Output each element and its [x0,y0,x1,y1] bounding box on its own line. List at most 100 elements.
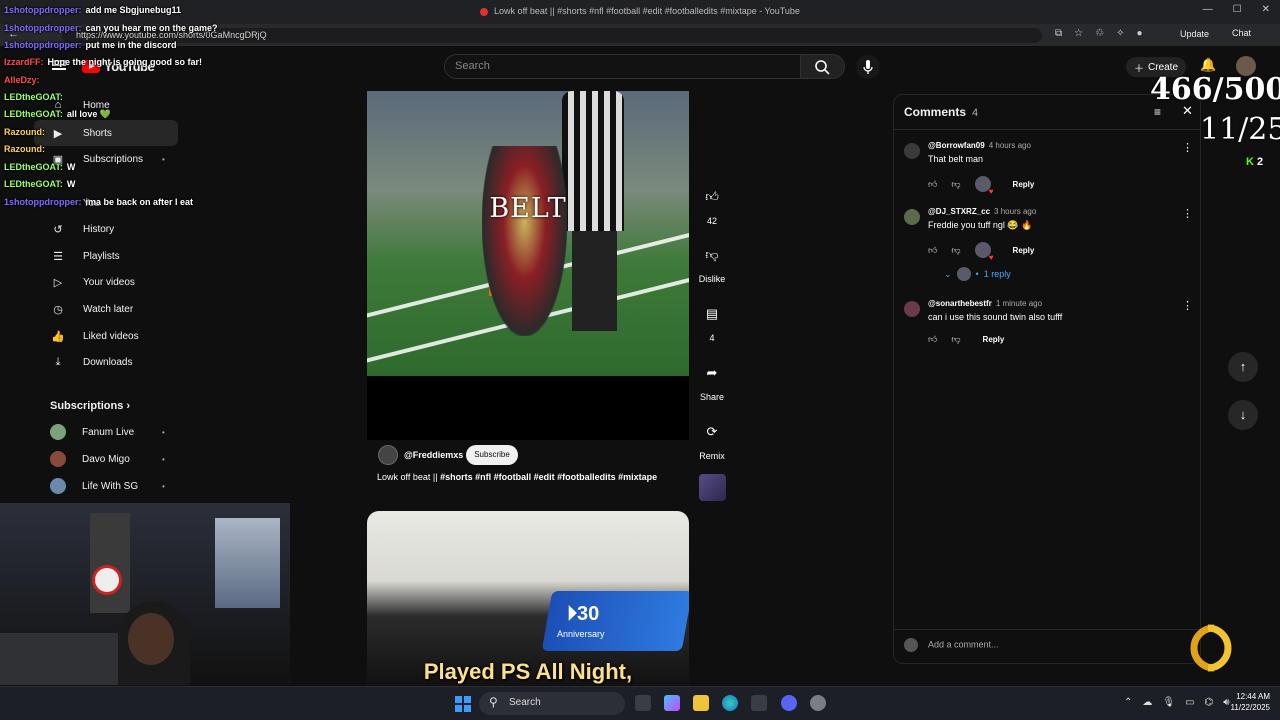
search-button[interactable] [801,54,845,79]
sidebar-item-liked-videos[interactable]: 👍 Liked videos [34,323,178,349]
sidebar-item-history[interactable]: ↺ History [34,216,178,242]
like-button[interactable]: 👍︎ 42 [692,182,732,226]
ps-number: 30 [577,603,600,625]
extensions-icon[interactable]: ⧉ [1055,28,1062,39]
maximize-icon[interactable]: ☐ [1233,4,1242,15]
volume-icon[interactable]: 🔊︎ [1223,697,1229,708]
sidebar-channel-davo-migo[interactable]: Davo Migo • [34,446,178,472]
settings-gear-icon[interactable] [810,695,826,711]
network-icon[interactable]: ⌬ [1205,697,1214,708]
windows-start-icon[interactable] [455,696,471,712]
subscribe-button[interactable]: Subscribe [466,445,518,465]
remix-button[interactable]: ⟳ Remix [692,417,732,461]
profile-icon[interactable]: ● [1136,28,1142,39]
more-options-icon[interactable]: ⋮ [1182,207,1193,220]
chat-username: IzzardFF: [4,57,44,67]
copilot-icon[interactable] [664,695,680,711]
sound-thumbnail[interactable] [699,474,726,501]
share-label: Share [699,392,725,402]
comment-count: 4 [709,333,715,343]
copilot-chat-button[interactable]: Chat [1232,28,1251,38]
thumbs-down-icon[interactable]: 👎︎ [951,334,960,345]
commenter-avatar[interactable] [904,209,920,225]
sidebar: ⌂ Home ▶ Shorts ▣ Subscriptions • You ↺ Histo… [34,86,186,504]
discord-icon[interactable] [781,695,797,711]
short-title[interactable]: Lowk off beat || #shorts #nfl #football … [377,472,657,482]
video-overlay-text: BELT [489,193,567,224]
next-short-preview[interactable]: ⏵30 Anniversary Played PS All Night, [367,511,689,686]
comment-meta: @Borrowfan09 4 hours ago [928,141,1031,150]
sidebar-item-downloads[interactable]: ⤓ Downloads [34,349,178,375]
new-content-dot: • [162,428,165,437]
microphone-tray-icon[interactable]: 🎙︎ [1162,697,1175,708]
sidebar-item-shorts[interactable]: ▶ Shorts [34,120,178,146]
commenter-avatar[interactable] [904,143,920,159]
sort-icon[interactable]: ≡ [1154,105,1161,119]
commenter-avatar[interactable] [904,301,920,317]
voice-search-button[interactable] [856,55,880,79]
reply-button[interactable]: Reply [1013,180,1035,189]
channel-label: Life With SG [82,480,139,492]
dislike-button[interactable]: 👎︎ Dislike [692,240,732,284]
chat-message: LEDtheGOAT: all love 💚 [4,109,111,120]
channel-label: Davo Migo [82,453,130,465]
close-window-icon[interactable]: ✕ [1262,4,1270,15]
search-icon [815,60,830,75]
sidebar-item-playlists[interactable]: ☰ Playlists [34,243,178,269]
favorite-star-icon[interactable]: ☆ [1074,28,1083,39]
channel-name-link[interactable]: @Freddiemxs [404,450,463,460]
short-hashtags[interactable]: #shorts #nfl #football #edit #footballed… [440,472,657,482]
short-video-player[interactable]: BELT [367,91,689,376]
search-input[interactable]: Search [444,54,801,79]
thumbs-down-icon[interactable]: 👎︎ [951,245,960,256]
add-comment-input[interactable]: Add a comment... [904,638,1194,652]
watch-later-icon: ◷ [53,303,63,316]
more-options-icon[interactable]: ⋮ [1182,299,1193,312]
sidebar-item-your-videos[interactable]: ▷ Your videos [34,269,178,295]
comment-meta: @DJ_STXRZ_cc 3 hours ago [928,207,1036,216]
thumbs-up-icon[interactable]: 👍︎ [928,334,937,345]
comment-username[interactable]: @sonarthebestfr [928,299,992,308]
window-title: Lowk off beat || #shorts #nfl #football … [0,6,1280,16]
share-button[interactable]: ➦ Share [692,358,732,402]
store-icon[interactable] [751,695,767,711]
channel-avatar [50,478,66,494]
collections-icon[interactable]: ✧ [1116,28,1124,39]
chat-message: Razound: [4,144,49,154]
channel-avatar[interactable] [378,445,398,465]
display-icon[interactable]: ▭ [1185,697,1194,708]
chevron-up-icon[interactable]: ⌃ [1124,697,1132,708]
sidebar-item-watch-later[interactable]: ◷ Watch later [34,296,178,322]
taskbar-clock[interactable]: 12:44 AM 11/22/2025 [1230,691,1270,713]
view-replies-link[interactable]: ⌄ • 1 reply [944,267,1011,281]
next-short-button[interactable]: ↓ [1228,400,1258,430]
file-explorer-icon[interactable] [693,695,709,711]
clock-date: 11/22/2025 [1230,703,1270,712]
comment-username[interactable]: @Borrowfan09 [928,141,985,150]
chat-username: 1shotoppdropper: [4,40,82,50]
browser-tools: ⧉ ☆ ♲ ✧ ● [1055,28,1143,39]
edge-browser-icon[interactable] [722,695,738,711]
thumbs-up-icon[interactable]: 👍︎ [928,245,937,256]
thumbs-up-icon[interactable]: 👍︎ [928,179,937,190]
sidebar-channel-life-with-sg[interactable]: Life With SG • [34,473,178,499]
reply-button[interactable]: Reply [983,335,1005,344]
sidebar-channel-fanum-live[interactable]: Fanum Live • [34,419,178,445]
taskbar-search[interactable]: Search [479,692,625,715]
more-options-icon[interactable]: ⋮ [1182,141,1193,154]
comment-username[interactable]: @DJ_STXRZ_cc [928,207,990,216]
minimize-icon[interactable]: — [1203,4,1213,15]
puzzle-icon[interactable]: ♲ [1095,28,1104,39]
reply-button[interactable]: Reply [1013,246,1035,255]
subscriptions-heading[interactable]: Subscriptions › [50,400,130,412]
creator-heart-icon [974,176,994,196]
thumbs-down-icon[interactable]: 👎︎ [951,179,960,190]
update-button[interactable]: Update [1172,27,1217,41]
notifications-bell-icon[interactable]: 🔔 [1200,57,1216,73]
cloud-icon[interactable]: ☁ [1142,697,1152,708]
new-content-dot: • [162,482,165,491]
task-view-icon[interactable] [635,695,651,711]
previous-short-button[interactable]: ↑ [1228,352,1258,382]
new-content-dot: • [162,155,165,164]
comments-button[interactable]: ▤ 4 [692,299,732,343]
